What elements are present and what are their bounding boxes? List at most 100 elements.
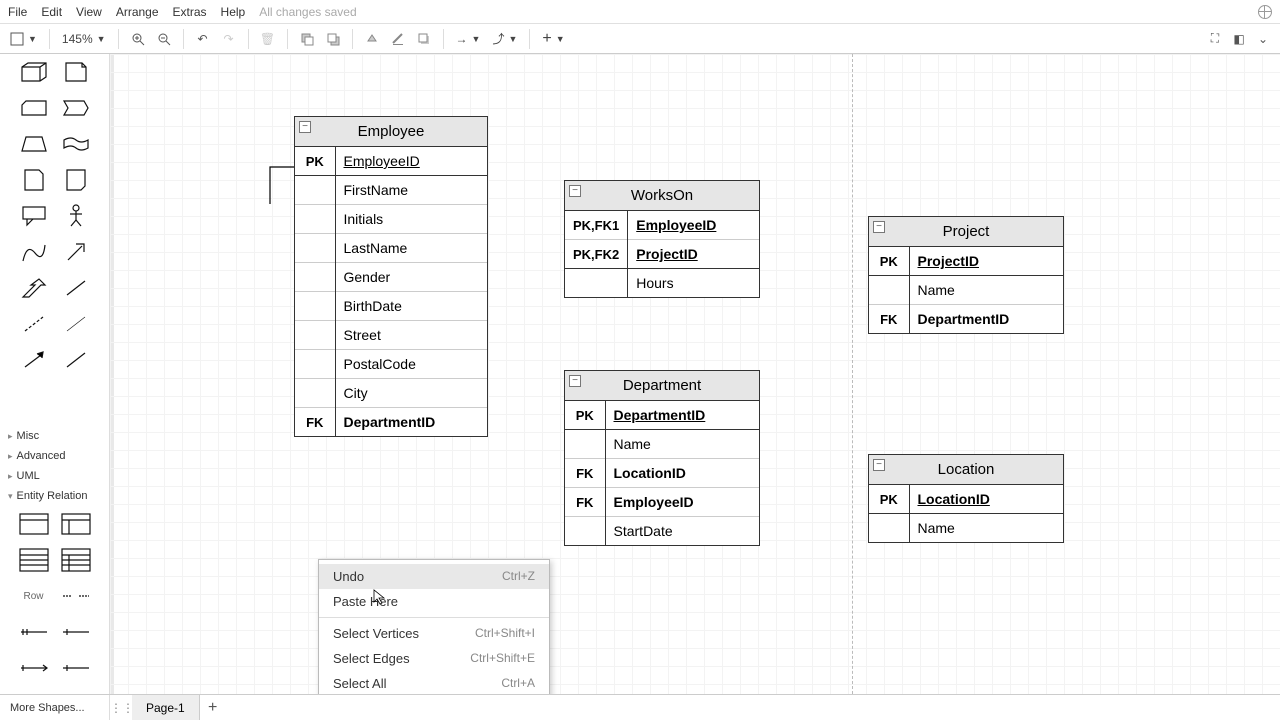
menu-arrange[interactable]: Arrange: [116, 5, 159, 19]
page-tab[interactable]: Page-1: [132, 695, 200, 720]
menu-view[interactable]: View: [76, 5, 102, 19]
view-mode-dropdown[interactable]: ▼: [6, 32, 41, 46]
table-row[interactable]: StartDate: [565, 517, 759, 546]
menu-file[interactable]: File: [8, 5, 27, 19]
collapse-icon[interactable]: −: [569, 375, 581, 387]
shape-callout[interactable]: [17, 202, 51, 230]
table-row[interactable]: FirstName: [295, 176, 487, 205]
table-row[interactable]: FKDepartmentID: [295, 408, 487, 437]
collapse-icon[interactable]: −: [299, 121, 311, 133]
undo-icon[interactable]: ↶: [192, 28, 214, 50]
shape-big-arrow[interactable]: [17, 274, 51, 302]
entity-project[interactable]: −Project PKProjectIDNameFKDepartmentID: [868, 216, 1064, 334]
zoom-out-icon[interactable]: [153, 28, 175, 50]
er-conn-1[interactable]: [17, 618, 51, 646]
canvas[interactable]: −Employee PKEmployeeIDFirstNameInitialsL…: [110, 54, 1280, 694]
to-back-icon[interactable]: [322, 28, 344, 50]
category-advanced[interactable]: Advanced: [0, 446, 109, 466]
table-row[interactable]: PKProjectID: [869, 247, 1063, 276]
menu-edit[interactable]: Edit: [41, 5, 62, 19]
er-table-4[interactable]: [59, 546, 93, 574]
collapse-panel-icon[interactable]: ⌄: [1252, 28, 1274, 50]
redo-icon[interactable]: ↷: [218, 28, 240, 50]
shape-thin-line[interactable]: [59, 310, 93, 338]
to-front-icon[interactable]: [296, 28, 318, 50]
menu-extras[interactable]: Extras: [173, 5, 207, 19]
shape-note[interactable]: [59, 58, 93, 86]
context-menu-item[interactable]: Paste Here: [319, 589, 549, 614]
insert-dropdown[interactable]: +▼: [538, 30, 568, 48]
entity-department[interactable]: −Department PKDepartmentIDNameFKLocation…: [564, 370, 760, 546]
shape-arrow-line[interactable]: [17, 346, 51, 374]
context-menu-item[interactable]: UndoCtrl+Z: [319, 564, 549, 589]
table-row[interactable]: City: [295, 379, 487, 408]
zoom-dropdown[interactable]: 145% ▼: [58, 32, 110, 46]
entity-employee[interactable]: −Employee PKEmployeeIDFirstNameInitialsL…: [294, 116, 488, 437]
shape-step[interactable]: [59, 94, 93, 122]
language-icon[interactable]: [1258, 5, 1272, 19]
context-menu-item[interactable]: Select EdgesCtrl+Shift+E: [319, 646, 549, 671]
er-conn-3[interactable]: [17, 654, 51, 682]
menu-help[interactable]: Help: [221, 5, 246, 19]
shape-actor[interactable]: [59, 202, 93, 230]
category-entity-relation[interactable]: Entity Relation: [0, 486, 109, 506]
shape-plain-line[interactable]: [59, 346, 93, 374]
collapse-icon[interactable]: −: [873, 459, 885, 471]
table-row[interactable]: PKDepartmentID: [565, 401, 759, 430]
er-conn-4[interactable]: [59, 654, 93, 682]
shape-card[interactable]: [17, 94, 51, 122]
table-row[interactable]: PKEmployeeID: [295, 147, 487, 176]
er-table-3[interactable]: [17, 546, 51, 574]
table-row[interactable]: Street: [295, 321, 487, 350]
shape-dashed-line[interactable]: [17, 310, 51, 338]
collapse-icon[interactable]: −: [569, 185, 581, 197]
table-row[interactable]: LastName: [295, 234, 487, 263]
waypoints-dropdown[interactable]: ⤴▼: [488, 30, 521, 47]
table-row[interactable]: PostalCode: [295, 350, 487, 379]
shape-arrow-ne[interactable]: [59, 238, 93, 266]
collapse-icon[interactable]: −: [873, 221, 885, 233]
shape-page[interactable]: [59, 166, 93, 194]
er-table-1[interactable]: [17, 510, 51, 538]
field-cell: ProjectID: [628, 240, 759, 269]
er-conn-2[interactable]: [59, 618, 93, 646]
er-row-shape[interactable]: [59, 582, 93, 610]
shape-cube[interactable]: [17, 58, 51, 86]
stroke-icon[interactable]: [387, 28, 409, 50]
table-row[interactable]: Name: [869, 276, 1063, 305]
table-row[interactable]: Name: [869, 514, 1063, 543]
more-shapes-button[interactable]: More Shapes...: [0, 695, 110, 720]
table-row[interactable]: BirthDate: [295, 292, 487, 321]
add-page-button[interactable]: +: [200, 699, 226, 717]
table-row[interactable]: PK,FK2ProjectID: [565, 240, 759, 269]
format-panel-icon[interactable]: ◧: [1228, 28, 1250, 50]
category-uml[interactable]: UML: [0, 466, 109, 486]
table-row[interactable]: Name: [565, 430, 759, 459]
shape-trapezoid[interactable]: [17, 130, 51, 158]
shape-curve[interactable]: [17, 238, 51, 266]
table-row[interactable]: FKLocationID: [565, 459, 759, 488]
er-table-2[interactable]: [59, 510, 93, 538]
shape-tape[interactable]: [59, 130, 93, 158]
shape-divider-line[interactable]: [59, 274, 93, 302]
entity-location[interactable]: −Location PKLocationIDName: [868, 454, 1064, 543]
category-misc[interactable]: Misc: [0, 426, 109, 446]
shape-document[interactable]: [17, 166, 51, 194]
context-menu-item[interactable]: Select AllCtrl+A: [319, 671, 549, 694]
fill-icon[interactable]: [361, 28, 383, 50]
table-row[interactable]: Initials: [295, 205, 487, 234]
table-row[interactable]: Gender: [295, 263, 487, 292]
connection-dropdown[interactable]: →▼: [452, 32, 485, 46]
table-row[interactable]: Hours: [565, 269, 759, 298]
entity-workson[interactable]: −WorksOn PK,FK1EmployeeIDPK,FK2ProjectID…: [564, 180, 760, 298]
shadow-icon[interactable]: [413, 28, 435, 50]
context-menu-item[interactable]: Select VerticesCtrl+Shift+I: [319, 621, 549, 646]
table-row[interactable]: FKEmployeeID: [565, 488, 759, 517]
table-row[interactable]: FKDepartmentID: [869, 305, 1063, 334]
zoom-in-icon[interactable]: [127, 28, 149, 50]
fullscreen-icon[interactable]: ⛶: [1204, 28, 1226, 50]
delete-icon[interactable]: 🗑: [257, 28, 279, 50]
table-row[interactable]: PK,FK1EmployeeID: [565, 211, 759, 240]
tab-drag-handle[interactable]: ⋮⋮: [110, 701, 132, 715]
table-row[interactable]: PKLocationID: [869, 485, 1063, 514]
